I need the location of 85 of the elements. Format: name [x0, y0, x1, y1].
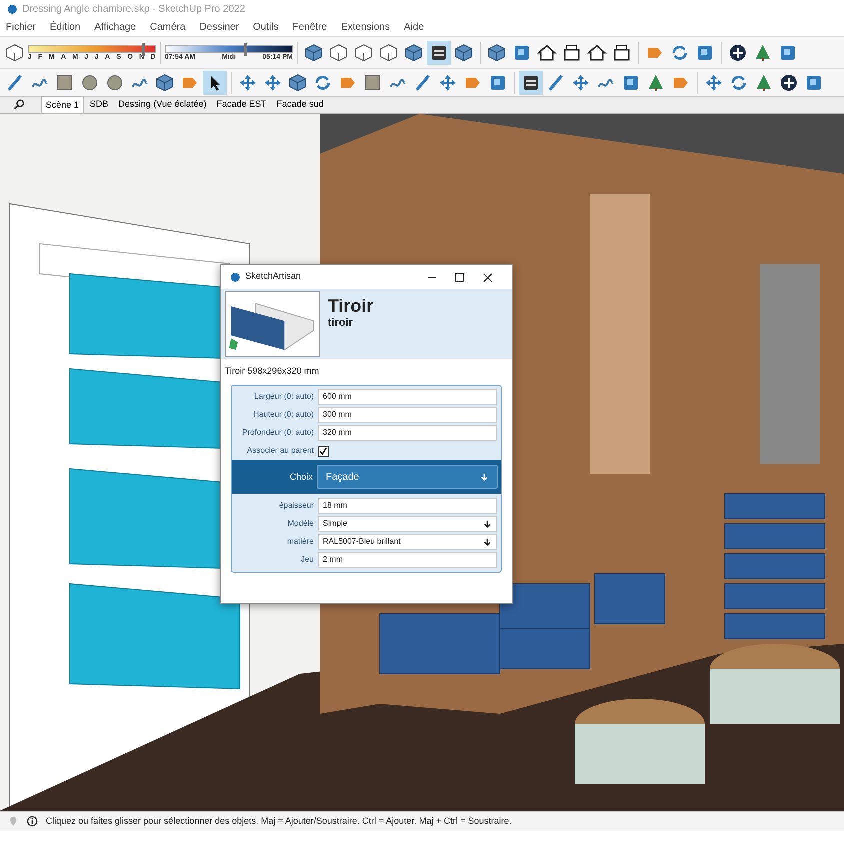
- cross-arrows-icon: [238, 72, 258, 92]
- slider-thumb[interactable]: [244, 43, 248, 56]
- info-icon[interactable]: [27, 816, 38, 827]
- menu-item[interactable]: Aide: [404, 20, 424, 34]
- scene-tab[interactable]: Scène 1: [41, 96, 84, 113]
- slider-thumb[interactable]: [142, 43, 146, 56]
- scene-tab[interactable]: Dessing (Vue éclatée): [114, 96, 211, 113]
- cube-outline-icon: [5, 42, 25, 62]
- field-label: Hauteur (0: auto): [252, 409, 314, 422]
- cube-icon: [304, 42, 324, 62]
- dropdown[interactable]: Façade: [317, 465, 498, 490]
- circle-icon: [105, 72, 125, 92]
- field-label: Profondeur (0: auto): [241, 427, 314, 440]
- cube-icon: [454, 42, 474, 62]
- cube-outline-icon: [329, 42, 349, 62]
- toolbar-button[interactable]: [203, 70, 227, 94]
- dialog-title: SketchArtisan: [246, 270, 302, 284]
- tree-icon: [646, 72, 666, 92]
- pencil-icon: [5, 72, 25, 92]
- circle-icon: [80, 72, 100, 92]
- cross-arrows-icon: [438, 72, 458, 92]
- menu-item[interactable]: Fenêtre: [292, 20, 328, 34]
- cube-icon: [155, 72, 175, 92]
- scene-tab[interactable]: Facade EST: [212, 96, 271, 113]
- plus-icon: [779, 72, 799, 92]
- down-arrow-icon: [483, 538, 492, 546]
- menu-item[interactable]: Fichier: [6, 20, 36, 34]
- app-logo-icon: [8, 4, 17, 14]
- house-icon: [537, 42, 557, 62]
- pencil-icon: [413, 72, 433, 92]
- cross-arrows-icon: [263, 72, 283, 92]
- menu-item[interactable]: Outils: [253, 20, 279, 34]
- dialog-heading: Tiroir: [328, 296, 374, 314]
- field-label: épaisseur: [278, 500, 314, 512]
- menu-item[interactable]: Dessiner: [200, 20, 240, 34]
- slider-track[interactable]: [28, 45, 156, 54]
- status-text: Cliquez ou faites glisser pour sélectionner des objets. Maj = Ajouter/Soustraire. Ctrl = Ajouter. Maj + Ctrl = Soustraire.: [46, 814, 512, 828]
- square-icon: [55, 72, 75, 92]
- field-label: Associer au parent: [246, 445, 314, 458]
- input-field[interactable]: 320 mm: [318, 425, 497, 442]
- cube-icon: [288, 72, 308, 92]
- app-logo-icon: [231, 272, 240, 282]
- menu-item[interactable]: Extensions: [341, 20, 390, 34]
- tree-icon: [754, 72, 774, 92]
- tree-icon: [753, 42, 773, 62]
- cube-outline-icon: [354, 42, 374, 62]
- box-icon: [612, 42, 632, 62]
- down-arrow-icon: [483, 520, 492, 528]
- input-field[interactable]: 2 mm: [318, 552, 497, 568]
- pencil-icon: [546, 72, 566, 92]
- dropdown[interactable]: RAL5007-Bleu brillant: [318, 534, 497, 550]
- checkbox[interactable]: [318, 446, 329, 457]
- scene-tab[interactable]: Facade sud: [272, 96, 328, 113]
- dimensions-text: Tiroir 598x296x320 mm: [224, 365, 320, 378]
- field-label: matière: [286, 536, 314, 548]
- menu-item[interactable]: Affichage: [94, 20, 136, 34]
- box-icon: [562, 42, 582, 62]
- field-label: Choix: [288, 470, 313, 484]
- field-label: Jeu: [300, 554, 314, 566]
- house-icon: [587, 42, 607, 62]
- scene-tab[interactable]: SDB: [86, 96, 113, 113]
- field-label: Modèle: [286, 518, 314, 530]
- slider-track[interactable]: [165, 45, 293, 54]
- toolbar-button[interactable]: [519, 70, 543, 94]
- cross-arrows-icon: [571, 72, 591, 92]
- cross-arrows-icon: [704, 72, 724, 92]
- maximize-icon[interactable]: [455, 272, 465, 283]
- cube-icon: [404, 42, 424, 62]
- input-field[interactable]: 300 mm: [318, 407, 497, 424]
- input-field[interactable]: 18 mm: [318, 498, 497, 514]
- dialog-subheading: tiroir: [328, 316, 354, 330]
- toolbar-button[interactable]: [427, 40, 451, 64]
- plus-icon: [728, 42, 748, 62]
- square-icon: [363, 72, 383, 92]
- input-field[interactable]: 600 mm: [318, 389, 497, 406]
- cube-icon: [487, 42, 507, 62]
- menu-item[interactable]: Édition: [50, 20, 81, 34]
- down-arrow-icon: [480, 472, 489, 482]
- menu-item[interactable]: Caméra: [150, 20, 186, 34]
- search-icon[interactable]: [14, 99, 25, 110]
- window-title: Dressing Angle chambre.skp - SketchUp Pro 2022: [22, 2, 246, 16]
- dropdown[interactable]: Simple: [318, 516, 497, 532]
- field-label: Largeur (0: auto): [253, 391, 314, 404]
- close-icon[interactable]: [483, 272, 493, 283]
- cube-outline-icon: [379, 42, 399, 62]
